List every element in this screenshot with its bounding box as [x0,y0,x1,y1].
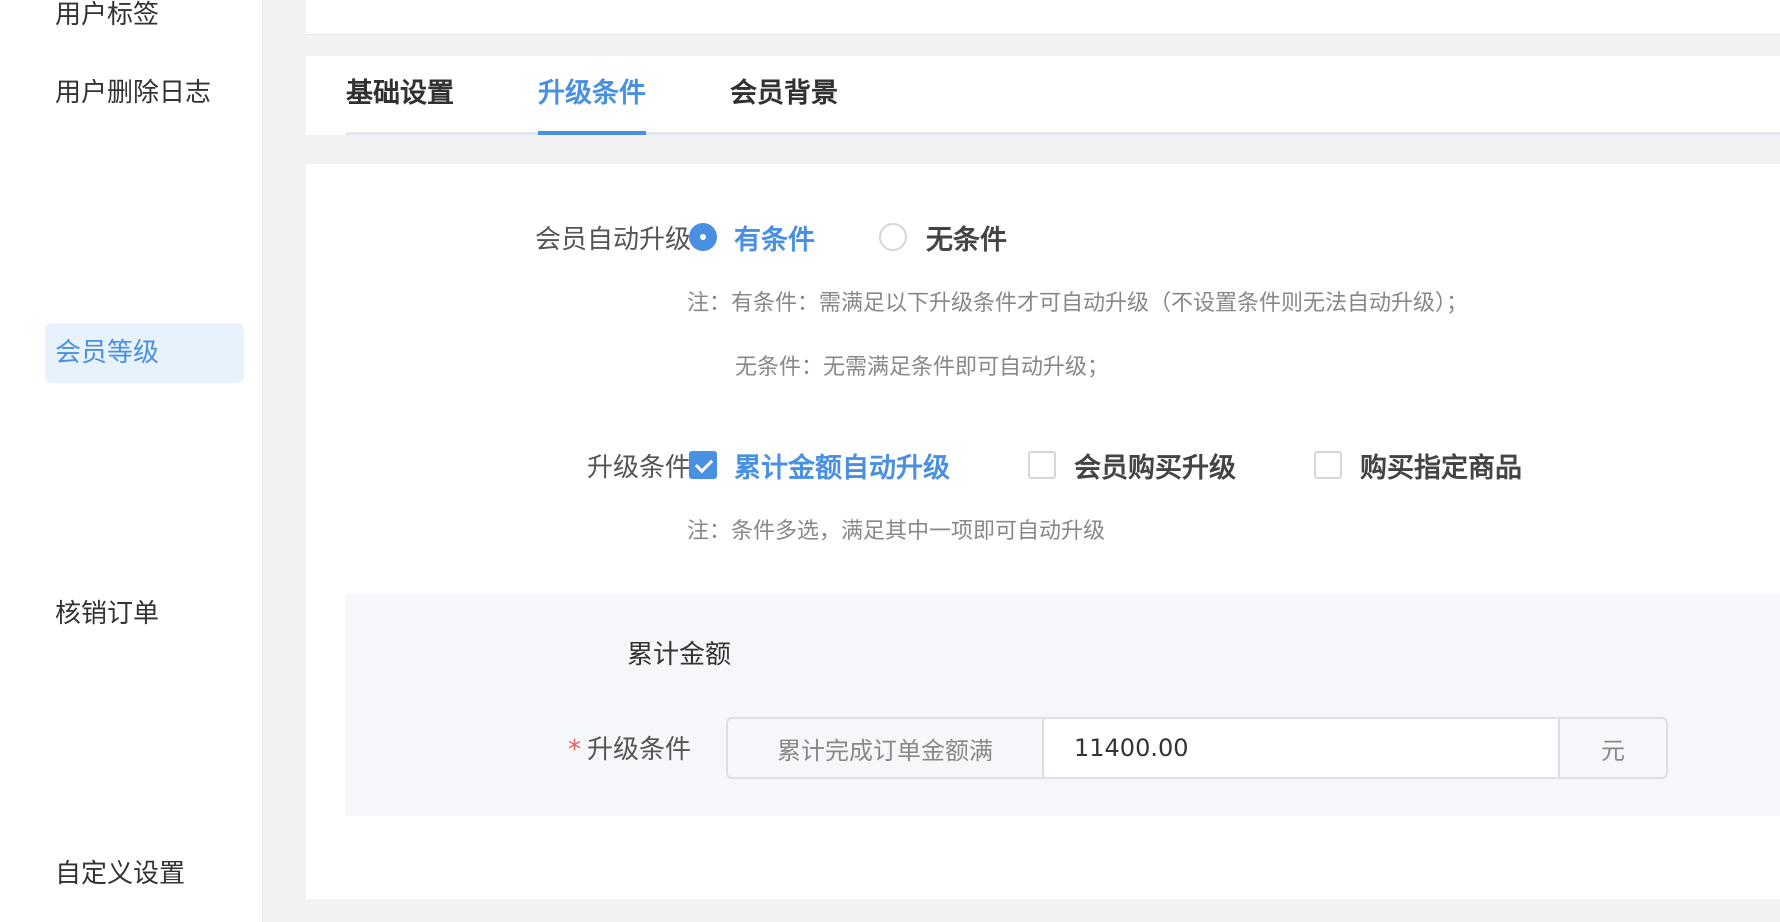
sidebar-item-custom-settings[interactable]: 自定义设置 [45,844,244,904]
sidebar-item-verify-orders[interactable]: 核销订单 [45,584,244,644]
checkbox-member-purchase-label[interactable]: 会员购买升级 [1074,446,1236,485]
sidebar: 用户标签 用户删除日志 会员等级 核销订单 自定义设置 [0,0,263,922]
checkbox-member-purchase[interactable] [1028,451,1056,479]
checkbox-specific-goods[interactable] [1314,451,1342,479]
upgrade-conditions-note: 注：条件多选，满足其中一项即可自动升级 [687,519,1106,544]
tab-basic-settings[interactable]: 基础设置 [346,74,454,132]
input-prefix: 累计完成订单金额满 [728,719,1044,777]
cumulative-amount-section: 累计金额 *升级条件 累计完成订单金额满 元 [346,594,1780,816]
cumulative-amount-input-group: 累计完成订单金额满 元 [726,717,1668,779]
radio-conditional[interactable] [689,223,717,251]
tabs-panel: 基础设置 升级条件 会员背景 [306,56,1780,135]
tab-member-background[interactable]: 会员背景 [730,74,838,132]
cumulative-condition-label-text: 升级条件 [586,735,691,765]
sidebar-item-member-level[interactable]: 会员等级 [45,323,244,383]
sidebar-item-user-delete-log[interactable]: 用户删除日志 [45,63,244,123]
cumulative-amount-input[interactable] [1044,719,1558,777]
cumulative-condition-label: * 升级条件 [406,729,691,766]
auto-upgrade-label: 会员自动升级 [534,225,691,255]
tab-upgrade-conditions[interactable]: 升级条件 [538,74,646,135]
checkbox-specific-goods-label[interactable]: 购买指定商品 [1360,446,1522,485]
radio-unconditional[interactable] [879,223,907,251]
required-mark: * [567,735,581,765]
top-panel [306,0,1780,35]
auto-upgrade-note-1: 注：有条件：需满足以下升级条件才可自动升级（不设置条件则无法自动升级）； [687,291,1469,316]
input-suffix-unit: 元 [1558,719,1666,777]
checkbox-cumulative-amount-label[interactable]: 累计金额自动升级 [734,446,950,485]
cumulative-amount-title: 累计金额 [626,640,731,670]
checkbox-cumulative-amount[interactable] [689,451,717,479]
radio-unconditional-label[interactable]: 无条件 [926,218,1007,257]
content-panel: 会员自动升级 有条件 无条件 注：有条件：需满足以下升级条件才可自动升级（不设置… [306,164,1780,899]
radio-conditional-label[interactable]: 有条件 [734,218,815,257]
sidebar-item-user-tags[interactable]: 用户标签 [45,0,244,45]
auto-upgrade-note-2: 无条件：无需满足条件即可自动升级； [735,355,1110,380]
upgrade-conditions-label: 升级条件 [586,453,691,483]
